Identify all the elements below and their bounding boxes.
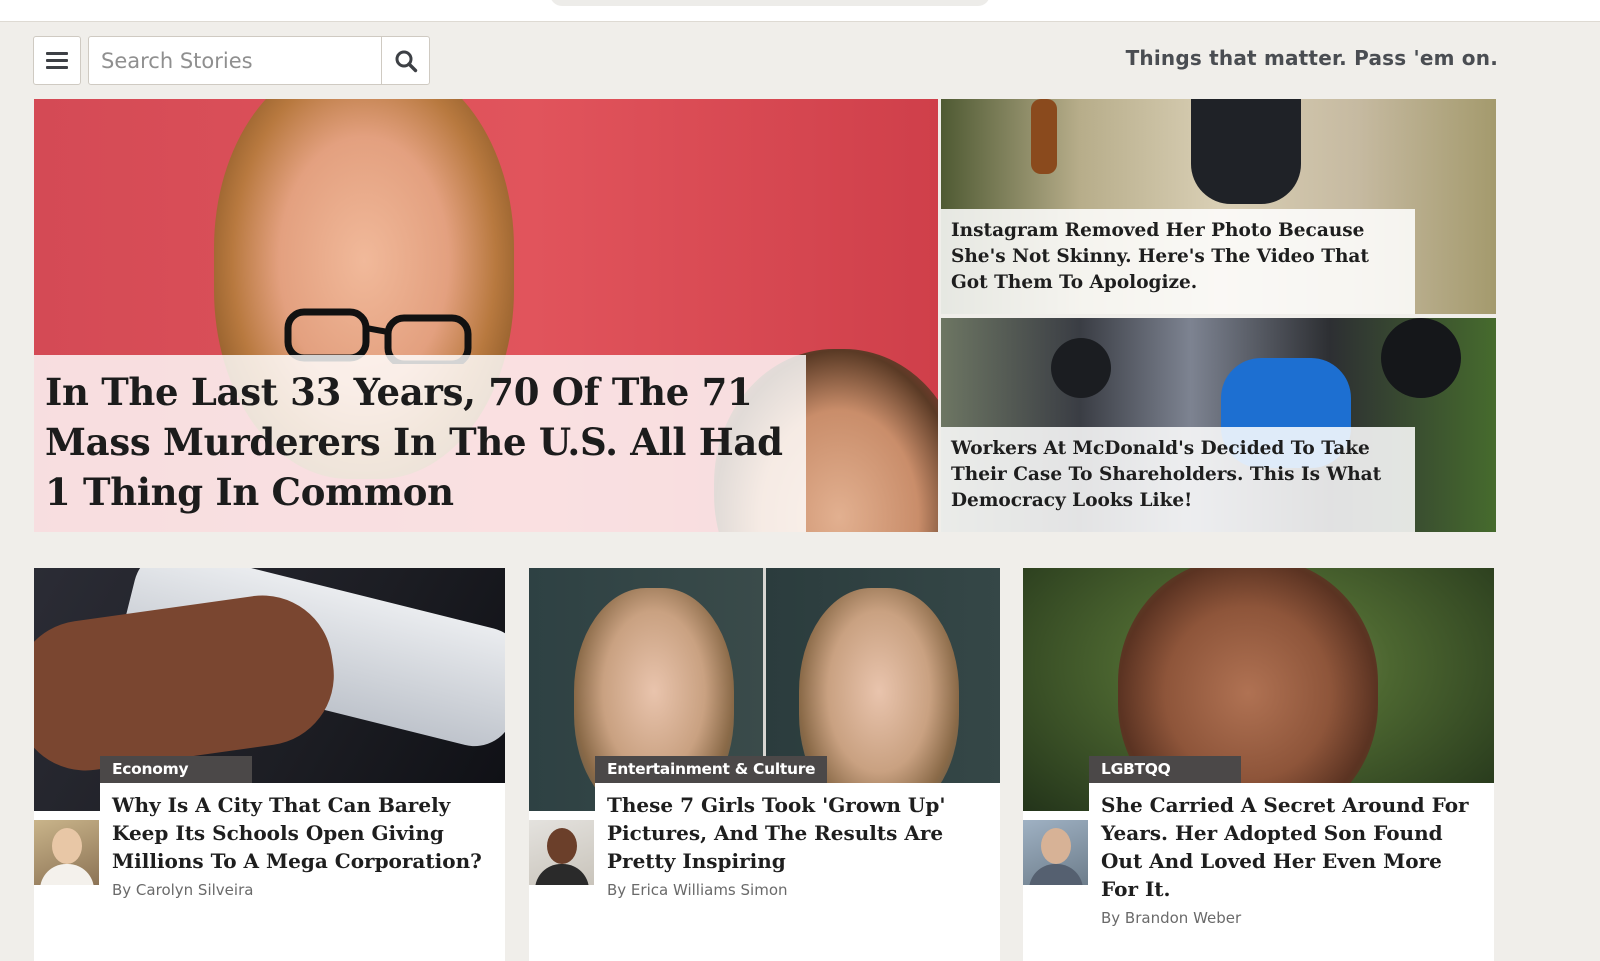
story-card-title[interactable]: These 7 Girls Took 'Grown Up' Pictures, … (607, 791, 988, 875)
helmet-graphic (1051, 338, 1111, 398)
author-byline[interactable]: By Brandon Weber (1101, 909, 1482, 927)
category-badge[interactable]: LGBTQQ (1089, 756, 1241, 783)
side-story-title[interactable]: Instagram Removed Her Photo Because She'… (951, 218, 1405, 296)
side-image-subject (1191, 99, 1301, 204)
hero-title[interactable]: In The Last 33 Years, 70 Of The 71 Mass … (45, 367, 796, 517)
avatar-shoulders (535, 864, 589, 885)
story-card-label: Entertainment & Culture These 7 Girls To… (595, 756, 1000, 899)
category-badge[interactable]: Economy (100, 756, 252, 783)
guitar-graphic (1031, 99, 1057, 174)
site-logo[interactable] (550, 0, 990, 6)
side-story-caption: Instagram Removed Her Photo Because She'… (941, 209, 1415, 314)
menu-icon-bar (46, 59, 68, 62)
author-byline[interactable]: By Carolyn Silveira (112, 881, 493, 899)
side-story[interactable]: Workers At McDonald's Decided To Take Th… (941, 318, 1496, 532)
author-avatar[interactable] (1023, 820, 1088, 885)
story-card[interactable]: Economy Why Is A City That Can Barely Ke… (34, 568, 505, 961)
hero-story[interactable]: In The Last 33 Years, 70 Of The 71 Mass … (34, 99, 938, 532)
author-avatar[interactable] (34, 820, 99, 885)
top-header-strip (0, 0, 1600, 22)
menu-icon-bar (46, 66, 68, 69)
avatar-head (52, 828, 82, 864)
side-story-caption: Workers At McDonald's Decided To Take Th… (941, 427, 1415, 532)
story-card-content: She Carried A Secret Around For Years. H… (1089, 783, 1494, 927)
story-card-content: Why Is A City That Can Barely Keep Its S… (100, 783, 505, 899)
category-badge[interactable]: Entertainment & Culture (595, 756, 828, 783)
avatar-shoulders (1029, 864, 1083, 885)
search-form (88, 36, 430, 85)
helmet-graphic (1381, 318, 1461, 398)
story-card[interactable]: Entertainment & Culture These 7 Girls To… (529, 568, 1000, 961)
hand-graphic (34, 586, 343, 780)
menu-icon-bar (46, 52, 68, 55)
search-button[interactable] (381, 37, 429, 84)
story-card-title[interactable]: She Carried A Secret Around For Years. H… (1101, 791, 1482, 903)
story-card[interactable]: LGBTQQ She Carried A Secret Around For Y… (1023, 568, 1494, 961)
side-story-title[interactable]: Workers At McDonald's Decided To Take Th… (951, 436, 1405, 514)
avatar-shoulders (40, 864, 94, 885)
author-avatar[interactable] (529, 820, 594, 885)
menu-button[interactable] (33, 36, 81, 85)
author-byline[interactable]: By Erica Williams Simon (607, 881, 988, 899)
avatar-head (547, 828, 577, 864)
story-card-title[interactable]: Why Is A City That Can Barely Keep Its S… (112, 791, 493, 875)
story-card-content: These 7 Girls Took 'Grown Up' Pictures, … (595, 783, 1000, 899)
search-input[interactable] (89, 37, 381, 84)
avatar-head (1041, 828, 1071, 864)
site-tagline: Things that matter. Pass 'em on. (1125, 46, 1498, 70)
hero-caption: In The Last 33 Years, 70 Of The 71 Mass … (34, 355, 806, 532)
side-story[interactable]: Instagram Removed Her Photo Because She'… (941, 99, 1496, 314)
story-card-label: LGBTQQ She Carried A Secret Around For Y… (1089, 756, 1494, 927)
search-icon (395, 50, 417, 72)
story-card-label: Economy Why Is A City That Can Barely Ke… (100, 756, 505, 899)
